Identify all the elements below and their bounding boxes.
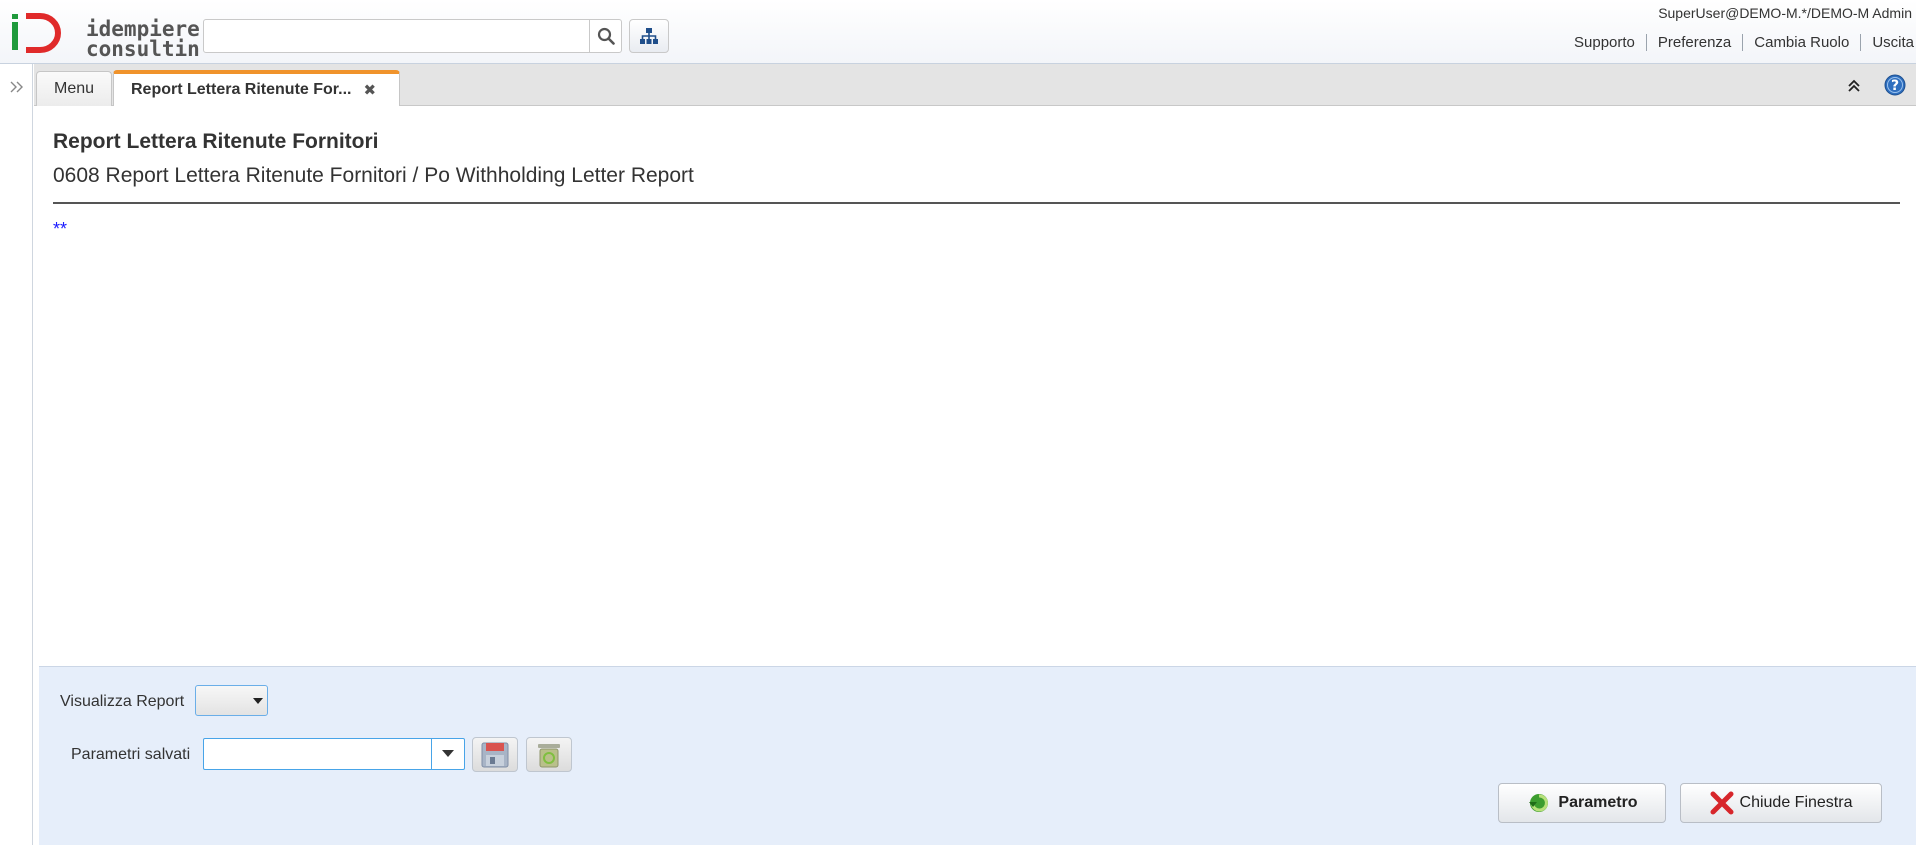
tab-menu[interactable]: Menu: [36, 71, 112, 106]
help-icon[interactable]: ?: [1884, 74, 1906, 96]
link-uscita[interactable]: Uscita: [1860, 34, 1914, 51]
parameter-button-label: Parametro: [1558, 794, 1638, 811]
close-window-button[interactable]: Chiude Finestra: [1680, 783, 1882, 823]
search-button[interactable]: [589, 20, 621, 52]
process-help: **: [53, 219, 68, 239]
process-title: Report Lettera Ritenute Fornitori: [53, 130, 379, 153]
save-icon: [481, 742, 509, 767]
parameter-panel: Visualizza Report Parametri salvati Para…: [39, 666, 1916, 845]
link-preferenza[interactable]: Preferenza: [1645, 34, 1742, 51]
process-dialog: Report Lettera Ritenute Fornitori 0608 R…: [34, 107, 1916, 665]
collapse-icon[interactable]: [1846, 77, 1862, 93]
chevron-down-icon: [253, 698, 263, 704]
parameter-button[interactable]: Parametro: [1498, 783, 1666, 823]
west-panel-collapsed: [0, 64, 33, 845]
saved-params-dropdown-button[interactable]: [431, 739, 464, 769]
tab-label: Report Lettera Ritenute For...: [131, 81, 352, 98]
delete-params-button[interactable]: [526, 737, 572, 772]
link-cambia-ruolo[interactable]: Cambia Ruolo: [1742, 34, 1860, 51]
expand-icon[interactable]: [8, 79, 26, 95]
saved-params-combobox: [203, 738, 465, 770]
header-links: Supporto Preferenza Cambia Ruolo Uscita: [1563, 34, 1914, 51]
delete-icon: [538, 743, 560, 767]
sitemap-icon: [640, 28, 658, 44]
report-format-label: Visualizza Report: [60, 693, 185, 710]
close-window-button-label: Chiude Finestra: [1739, 794, 1853, 811]
app-header: idempiere consulting SuperUser@DEMO-M.*/…: [0, 0, 1916, 64]
saved-params-label: Parametri salvati: [71, 746, 191, 763]
report-format-select[interactable]: [195, 685, 268, 716]
user-info: SuperUser@DEMO-M.*/DEMO-M Admin: [1658, 5, 1912, 21]
tab-report-lettera[interactable]: Report Lettera Ritenute For... ✖: [113, 70, 400, 106]
logo-text-bottom: consulting: [86, 37, 200, 60]
window-tabbar: Menu Report Lettera Ritenute For... ✖ ?: [34, 64, 1916, 106]
process-description: 0608 Report Lettera Ritenute Fornitori /…: [53, 164, 694, 187]
global-search: [203, 19, 622, 53]
close-icon[interactable]: ✖: [363, 81, 376, 99]
search-icon: [597, 27, 615, 45]
sitemap-button[interactable]: [629, 19, 669, 53]
link-supporto[interactable]: Supporto: [1563, 34, 1646, 51]
app-logo[interactable]: idempiere consulting: [10, 10, 212, 61]
tab-label: Menu: [53, 80, 95, 97]
title-divider: [53, 202, 1900, 204]
saved-params-input[interactable]: [204, 739, 432, 769]
svg-text:?: ?: [1891, 78, 1899, 94]
chevron-down-icon: [442, 750, 454, 757]
process-icon: [1529, 794, 1549, 812]
search-input[interactable]: [204, 20, 590, 52]
close-icon: [1710, 791, 1734, 815]
save-params-button[interactable]: [472, 737, 518, 772]
